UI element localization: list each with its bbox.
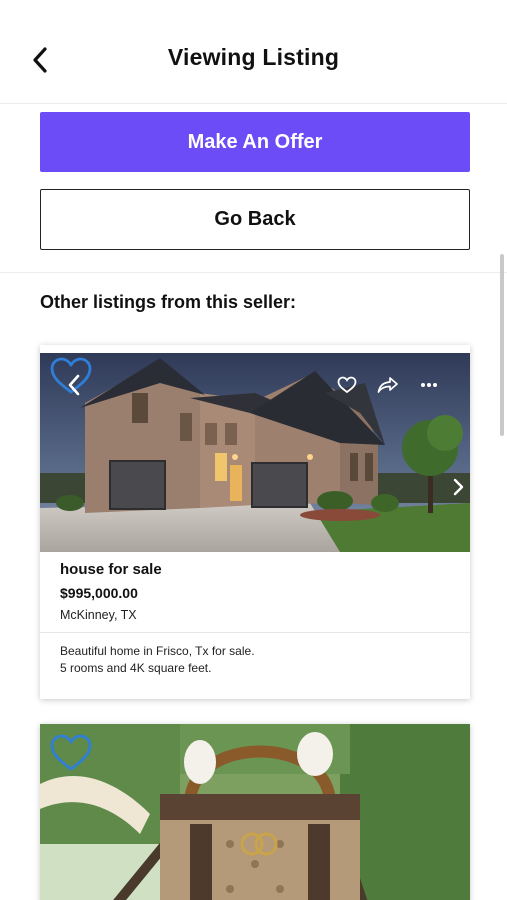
listing-title: house for sale <box>60 561 162 578</box>
listing-card[interactable]: house for sale $995,000.00 McKinney, TX … <box>40 345 470 699</box>
designer-handbag-photo <box>40 724 470 900</box>
listing-description-line: 5 rooms and 4K square feet. <box>60 661 212 675</box>
app-header: Viewing Listing <box>0 0 507 104</box>
more-icon <box>421 383 437 387</box>
photo-prev-button[interactable] <box>62 371 86 399</box>
brick-house-photo <box>40 353 470 552</box>
listing-card[interactable] <box>40 724 470 900</box>
page-title: Viewing Listing <box>167 44 340 70</box>
go-back-button[interactable]: Go Back <box>40 189 470 250</box>
favorite-button[interactable] <box>48 732 94 774</box>
listing-location: McKinney, TX <box>60 608 137 622</box>
listing-photo[interactable] <box>40 353 470 552</box>
section-divider <box>0 272 507 273</box>
share-icon <box>377 377 398 393</box>
chevron-right-icon <box>453 478 464 496</box>
listing-divider <box>40 632 470 633</box>
save-button[interactable] <box>334 373 360 397</box>
photo-next-button[interactable] <box>446 473 470 501</box>
listing-photo[interactable] <box>40 724 470 900</box>
more-options-button[interactable] <box>416 373 442 397</box>
scrollbar[interactable] <box>500 254 504 436</box>
make-offer-button[interactable]: Make An Offer <box>40 112 470 172</box>
other-listings-heading: Other listings from this seller: <box>40 292 297 312</box>
heart-outline-icon <box>337 376 357 394</box>
heart-icon <box>50 734 92 771</box>
listing-description: Beautiful home in Frisco, Tx for sale. 5… <box>60 643 255 677</box>
listing-description-line: Beautiful home in Frisco, Tx for sale. <box>60 644 255 658</box>
share-button[interactable] <box>375 373 401 397</box>
listing-price: $995,000.00 <box>60 585 138 601</box>
chevron-left-icon <box>68 374 80 396</box>
